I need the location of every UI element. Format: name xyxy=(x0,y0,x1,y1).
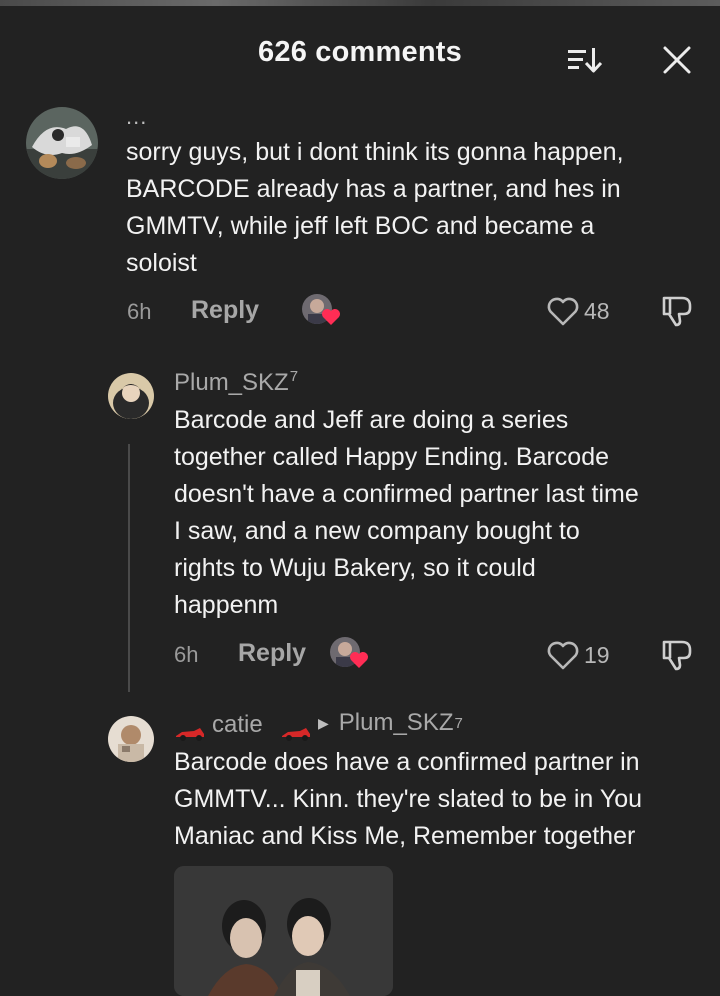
creator-liked-heart-icon xyxy=(349,651,369,669)
reply-button[interactable]: Reply xyxy=(238,639,306,668)
reply-to-indicator[interactable]: ▶ Plum_SKZ 7 xyxy=(318,709,463,737)
race-car-icon xyxy=(174,722,206,742)
creator-liked-heart-icon xyxy=(321,308,341,326)
race-car-icon xyxy=(280,722,312,742)
more-options-button[interactable]: ... xyxy=(126,104,147,130)
comment-line: I saw, and a new company bought to xyxy=(174,517,580,545)
username-superscript: 7 xyxy=(289,368,299,385)
reply-timestamp: 6h xyxy=(174,642,199,667)
commenter-avatar[interactable] xyxy=(26,107,98,179)
comment-line: happenm xyxy=(174,591,279,619)
comment-text: sorry guys, but i dont think its gonna h… xyxy=(126,134,706,282)
attached-photo[interactable] xyxy=(174,866,393,996)
comments-count-title: 626 comments xyxy=(258,36,462,68)
close-icon[interactable] xyxy=(661,44,693,76)
reply-avatar[interactable] xyxy=(108,373,154,419)
comment-line: Barcode does have a confirmed partner in xyxy=(174,748,640,776)
like-button[interactable]: 19 xyxy=(546,638,610,672)
comment-line: sorry guys, but i dont think its gonna h… xyxy=(126,138,624,166)
heart-outline-icon xyxy=(547,297,579,326)
comment-line: doesn't have a confirmed partner last ti… xyxy=(174,480,639,508)
comment-line: Barcode and Jeff are doing a series xyxy=(174,406,569,434)
reply-to-superscript: 7 xyxy=(454,714,463,732)
comment-line: soloist xyxy=(126,249,197,277)
heart-outline-icon xyxy=(547,641,579,670)
play-arrow-icon: ▶ xyxy=(318,714,329,731)
username-text: Plum_SKZ xyxy=(174,369,289,396)
thread-line xyxy=(128,444,130,692)
reply-text: Barcode and Jeff are doing a series toge… xyxy=(174,402,714,624)
like-button[interactable]: 48 xyxy=(546,294,610,328)
dislike-icon[interactable] xyxy=(660,294,694,328)
reply-username[interactable]: Plum_SKZ7 xyxy=(174,368,298,397)
comment-line: rights to Wuju Bakery, so it could xyxy=(174,554,536,582)
sort-icon[interactable] xyxy=(566,44,604,76)
reply-text: Barcode does have a confirmed partner in… xyxy=(174,744,714,855)
comment-timestamp: 6h xyxy=(127,299,152,324)
reply-to-username: Plum_SKZ xyxy=(338,709,454,736)
reply-button[interactable]: Reply xyxy=(191,296,259,325)
dislike-icon[interactable] xyxy=(660,638,694,672)
comment-line: BARCODE already has a partner, and hes i… xyxy=(126,175,621,203)
comment-line: GMMTV... Kinn. they're slated to be in Y… xyxy=(174,785,643,813)
comment-line: GMMTV, while jeff left BOC and became a xyxy=(126,212,595,240)
reply-username[interactable]: catie xyxy=(212,711,263,739)
like-count: 19 xyxy=(584,641,610,668)
reply-avatar[interactable] xyxy=(108,716,154,762)
like-count: 48 xyxy=(584,297,610,324)
comment-line: together called Happy Ending. Barcode xyxy=(174,443,610,471)
comments-header: 626 comments xyxy=(0,6,720,94)
comment-line: Maniac and Kiss Me, Remember together xyxy=(174,822,636,850)
